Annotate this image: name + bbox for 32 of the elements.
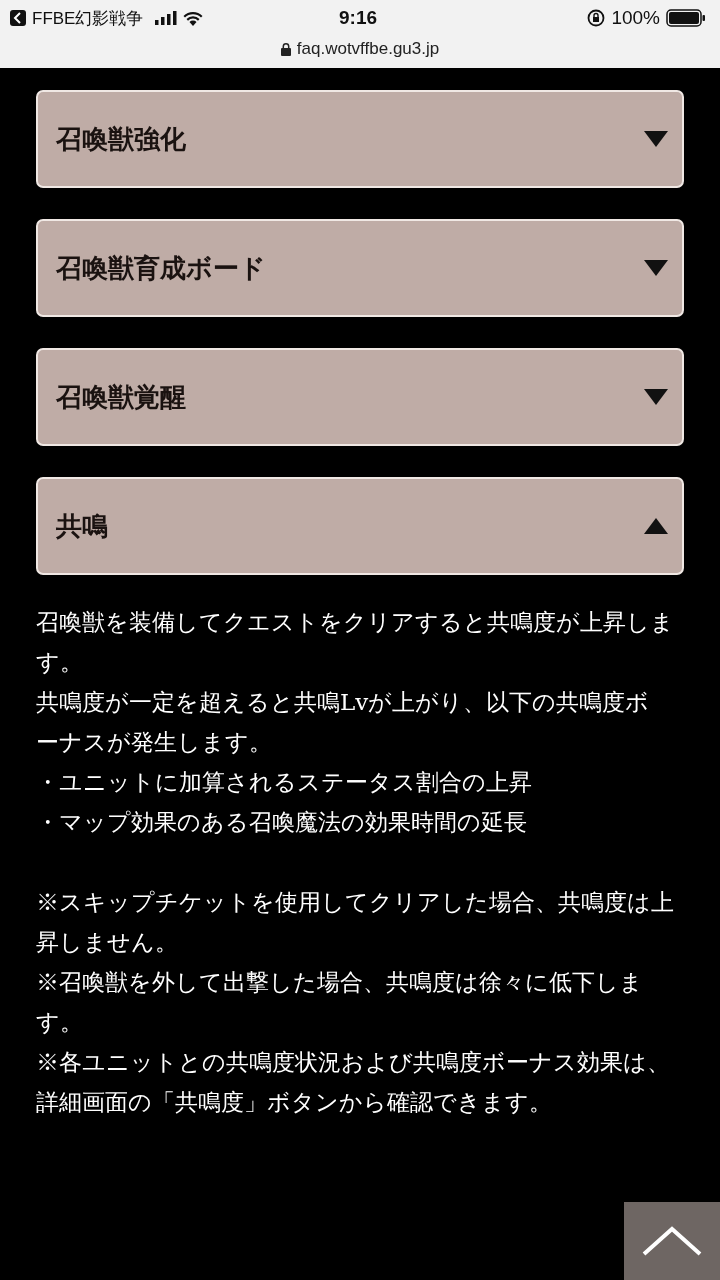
battery-percent: 100% [611, 7, 660, 29]
answer-text: ・マップ効果のある召喚魔法の効果時間の延長 [36, 808, 527, 837]
triangle-down-icon [644, 389, 668, 405]
back-app-label[interactable]: FFBE幻影戦争 [32, 6, 144, 30]
answer-text: ※スキップチケットを使用してクリアした場合、共鳴度は上 [36, 888, 674, 917]
triangle-down-icon [644, 260, 668, 276]
triangle-up-icon [644, 518, 668, 534]
answer-text: ・ユニットに加算されるステータス割合の上昇 [36, 768, 532, 797]
back-to-top-button[interactable] [624, 1202, 720, 1280]
accordion-header[interactable]: 召喚獣覚醒 [36, 348, 684, 446]
back-icon[interactable] [10, 10, 26, 26]
answer-text: す。 [36, 648, 83, 677]
answer-text: ーナスが発生します。 [36, 728, 272, 757]
wifi-icon [183, 10, 204, 26]
answer-text: ※召喚獣を外して出撃した場合、共鳴度は徐々に低下しま [36, 968, 643, 997]
chevron-up-icon [642, 1226, 702, 1256]
accordion-header[interactable]: 共鳴 [36, 477, 684, 575]
clock-time: 9:16 [339, 7, 377, 29]
battery-icon [666, 9, 706, 27]
accordion-header[interactable]: 召喚獣育成ボード [36, 219, 684, 317]
answer-text: す。 [36, 1008, 83, 1037]
lock-icon [280, 42, 291, 56]
accordion-header[interactable]: 召喚獣強化 [36, 90, 684, 188]
triangle-down-icon [644, 131, 668, 147]
answer-text: ※各ユニットとの共鳴度状況および共鳴度ボーナス効果は、 [36, 1048, 670, 1077]
page-url[interactable]: faq.wotvffbe.gu3.jp [296, 39, 440, 59]
answer-text: 昇しません。 [36, 928, 178, 957]
signal-icon [155, 11, 178, 25]
answer-text: 共鳴度が一定を超えると共鳴Lvが上がり、以下の共鳴度ボ [36, 688, 650, 717]
answer-text: 詳細画面の「共鳴度」ボタンから確認できます。 [36, 1088, 552, 1117]
answer-text: 召喚獣を装備してクエストをクリアすると共鳴度が上昇しま [36, 608, 674, 637]
rotation-lock-icon [587, 9, 606, 27]
